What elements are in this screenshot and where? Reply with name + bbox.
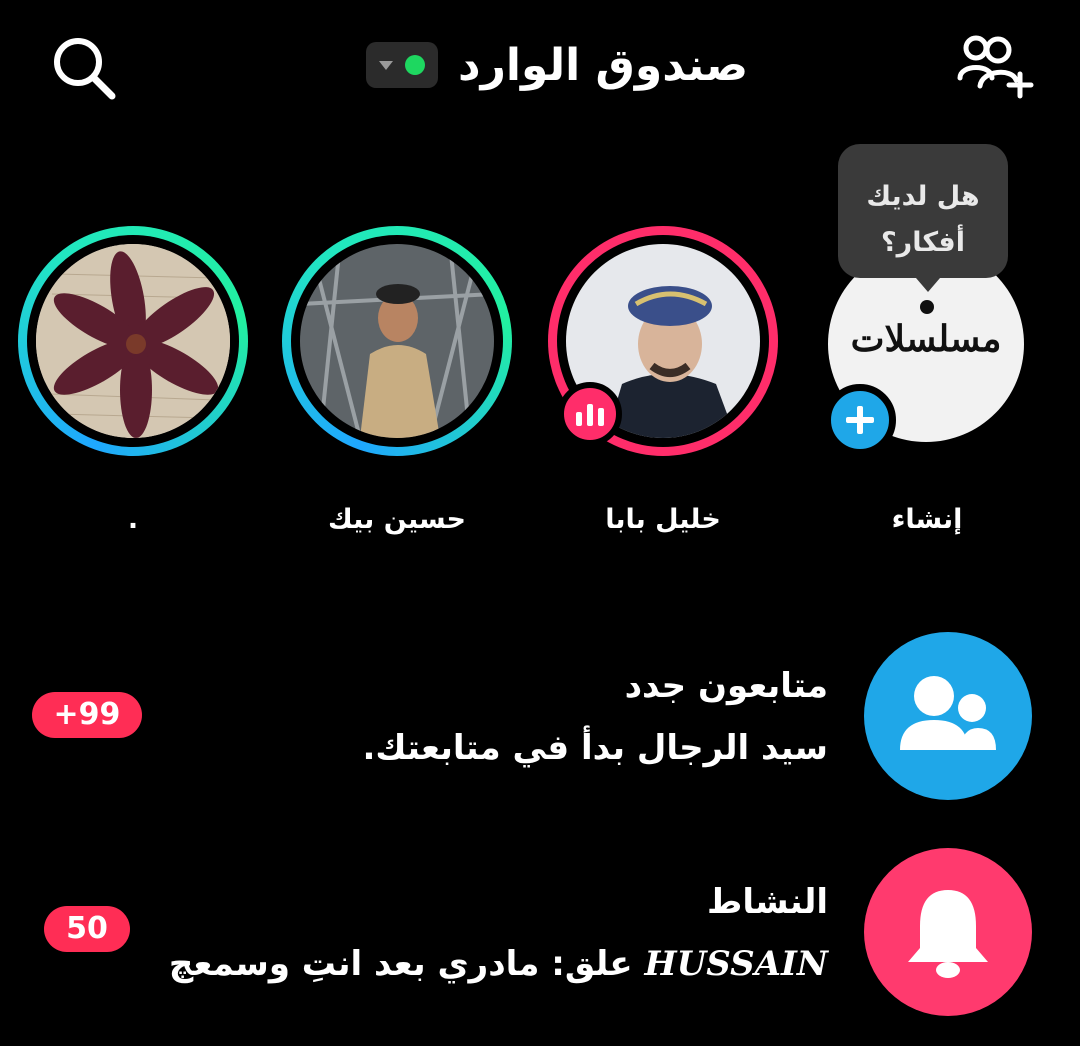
tooltip-dot — [920, 300, 934, 314]
commenter-name: HUSSAIN — [644, 944, 829, 984]
story-name: حسين بيك — [328, 504, 466, 535]
story-ring — [282, 226, 512, 456]
add-friends-button[interactable] — [954, 30, 1038, 100]
search-button[interactable] — [48, 32, 120, 104]
row-subtitle: HUSSAIN علق: مادري بعد انتِ وسمعچ — [169, 944, 828, 984]
create-story-preview-text: مسلسلات — [850, 318, 1002, 360]
flower-image — [36, 244, 230, 438]
story-name: . — [127, 504, 139, 535]
live-audio-badge — [558, 382, 622, 446]
notification-count-badge: 50 — [44, 906, 130, 952]
tooltip-line: أفكار؟ — [881, 227, 965, 258]
story-avatar — [300, 244, 494, 438]
create-story-label: إنشاء — [891, 504, 963, 535]
followers-icon-circle — [864, 632, 1032, 800]
row-subtitle: سيد الرجال بدأ في متابعتك. — [362, 728, 828, 768]
search-icon — [54, 38, 116, 100]
bell-icon-circle — [864, 848, 1032, 1016]
new-followers-row[interactable]: متابعون جدد سيد الرجال بدأ في متابعتك. +… — [0, 632, 1080, 802]
bell-icon — [908, 890, 988, 978]
story-avatar — [36, 244, 230, 438]
followers-icon — [900, 676, 996, 750]
story-ring — [18, 226, 248, 456]
row-title: النشاط — [707, 882, 828, 922]
activity-row[interactable]: النشاط HUSSAIN علق: مادري بعد انتِ وسمعچ… — [0, 848, 1080, 1018]
status-toggle[interactable] — [366, 42, 438, 88]
page-title: صندوق الوارد — [458, 39, 749, 91]
add-friends-icon — [957, 35, 1034, 99]
notification-count-badge: +99 — [32, 692, 142, 738]
add-story-plus-icon[interactable] — [824, 384, 896, 456]
story-name: خليل بابا — [605, 504, 721, 535]
tooltip-line: هل لديك — [866, 181, 980, 212]
header: صندوق الوارد — [0, 0, 1080, 130]
row-title: متابعون جدد — [624, 666, 828, 706]
title-area: صندوق الوارد — [366, 30, 748, 100]
caret-down-icon — [379, 60, 393, 70]
comment-text: علق: مادري بعد انتِ وسمعچ — [168, 944, 633, 984]
person-photo — [300, 244, 494, 438]
online-status-dot — [405, 55, 425, 75]
ideas-tooltip: هل لديك أفكار؟ — [838, 144, 1008, 292]
